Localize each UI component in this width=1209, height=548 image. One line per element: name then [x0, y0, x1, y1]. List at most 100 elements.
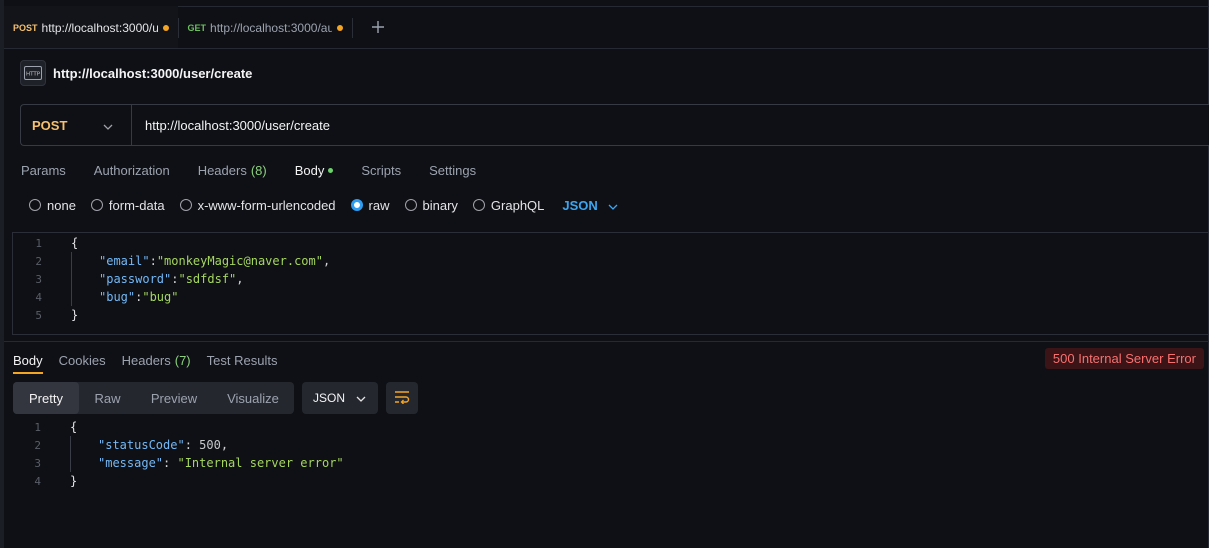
view-visualize-button[interactable]: Visualize	[212, 382, 294, 414]
format-label: JSON	[313, 391, 346, 405]
line-number: 5	[35, 308, 42, 322]
unsaved-dot-icon	[337, 24, 344, 31]
tab-url: http://localhost:3000/user/create	[41, 20, 158, 35]
json-string: "Internal server error"	[177, 456, 344, 470]
code-line: 1 {	[12, 418, 1209, 436]
chevron-down-icon	[608, 198, 618, 213]
chevron-down-icon	[356, 391, 366, 405]
tab-body[interactable]: Body	[295, 163, 334, 178]
code-content: "bug": "bug"	[71, 288, 178, 306]
radio-circle-icon	[29, 199, 41, 211]
request-body-editor[interactable]: 1 { 2 "email": "monkeyMagic@naver.com", 3…	[12, 232, 1209, 335]
code-line: 2 "email": "monkeyMagic@naver.com",	[13, 252, 1209, 270]
tab-method: GET	[187, 22, 207, 33]
wrap-lines-button[interactable]	[386, 382, 418, 414]
wrap-lines-icon	[394, 390, 410, 407]
tab-url: http://localhost:3000/auth	[210, 20, 333, 35]
line-number: 1	[34, 420, 41, 434]
tab-scripts[interactable]: Scripts	[361, 163, 401, 178]
panel-divider[interactable]	[4, 341, 1209, 342]
code-content: "email": "monkeyMagic@naver.com",	[71, 252, 330, 270]
language-select[interactable]: JSON	[562, 197, 618, 213]
response-headers-label: Headers	[121, 352, 171, 368]
open-brace: {	[71, 236, 79, 250]
response-view-switcher: Pretty Raw Preview Visualize	[13, 382, 294, 414]
code-line: 5 }	[13, 306, 1209, 324]
radio-raw[interactable]: raw	[350, 197, 390, 213]
radio-circle-icon	[179, 199, 192, 211]
json-string: "monkeyMagic@naver.com"	[156, 254, 323, 268]
json-string: "sdfdsf"	[178, 272, 237, 286]
open-brace: {	[70, 420, 78, 434]
close-brace: }	[70, 474, 78, 488]
method-label: POST	[32, 117, 68, 133]
response-tabs: Body Cookies Headers (7) Test Results	[13, 346, 293, 374]
request-title[interactable]: http://localhost:3000/user/create	[53, 66, 252, 81]
tab-get-auth[interactable]: GET http://localhost:3000/auth	[179, 7, 353, 48]
url-input[interactable]: http://localhost:3000/user/create	[132, 105, 1209, 145]
close-brace: }	[71, 308, 79, 322]
view-preview-button[interactable]: Preview	[136, 382, 212, 414]
tab-headers[interactable]: Headers (8)	[198, 163, 267, 178]
code-line: 3 "password": "sdfdsf",	[13, 270, 1209, 288]
code-content: "message": "Internal server error"	[70, 454, 344, 472]
json-number: 500	[199, 438, 221, 452]
radio-label: raw	[368, 197, 390, 213]
response-headers-count: (7)	[174, 352, 191, 368]
response-format-select[interactable]: JSON	[302, 382, 378, 414]
headers-count: (8)	[250, 162, 267, 178]
radio-label: x-www-form-urlencoded	[197, 197, 336, 213]
line-number: 4	[35, 290, 42, 304]
sidebar-edge	[0, 0, 4, 548]
request-tabs: Params Authorization Headers (8) Body Sc…	[21, 158, 504, 182]
response-body-viewer[interactable]: 1 { 2 "statusCode": 500, 3 "message": "I…	[12, 418, 1209, 490]
line-number: 3	[34, 456, 41, 470]
tab-authorization[interactable]: Authorization	[94, 163, 170, 178]
svg-text:HTTP: HTTP	[26, 72, 41, 78]
radio-selected-icon	[350, 199, 363, 211]
radio-urlencoded[interactable]: x-www-form-urlencoded	[179, 197, 336, 213]
http-file-icon: HTTP	[20, 60, 46, 86]
tab-headers-label: Headers	[197, 162, 247, 178]
code-line: 1 {	[13, 234, 1209, 252]
radio-form-data[interactable]: form-data	[90, 198, 165, 213]
radio-circle-icon	[404, 199, 417, 211]
tab-params[interactable]: Params	[21, 163, 66, 178]
radio-label: binary	[422, 197, 458, 213]
code-line: 4 }	[12, 472, 1209, 490]
line-number: 2	[35, 254, 42, 268]
radio-circle-icon	[90, 199, 103, 211]
response-tab-body[interactable]: Body	[13, 346, 43, 374]
json-key: "password"	[99, 272, 172, 286]
tab-settings[interactable]: Settings	[429, 163, 476, 178]
plus-icon[interactable]	[371, 18, 385, 38]
code-line: 3 "message": "Internal server error"	[12, 454, 1209, 472]
json-string: "bug"	[142, 290, 179, 304]
code-line: 4 "bug": "bug"	[13, 288, 1209, 306]
json-key: "bug"	[99, 290, 136, 304]
response-tab-test-results[interactable]: Test Results	[207, 346, 278, 374]
tab-body-label: Body	[294, 162, 325, 178]
view-pretty-button[interactable]: Pretty	[13, 382, 79, 414]
tab-separator	[352, 17, 354, 38]
radio-circle-icon	[472, 199, 485, 211]
body-indicator-dot-icon	[328, 167, 334, 173]
tab-post-user-create[interactable]: POST http://localhost:3000/user/create	[4, 6, 178, 48]
line-number: 4	[34, 474, 41, 488]
response-tab-headers[interactable]: Headers (7)	[122, 346, 191, 374]
json-key: "message"	[98, 456, 164, 470]
radio-none[interactable]: none	[29, 198, 76, 213]
radio-label: none	[47, 197, 76, 213]
radio-graphql[interactable]: GraphQL	[472, 197, 545, 213]
url-bar: POST http://localhost:3000/user/create	[20, 104, 1209, 146]
request-title-row: HTTP http://localhost:3000/user/create	[20, 60, 252, 86]
view-raw-button[interactable]: Raw	[79, 382, 136, 414]
radio-label: GraphQL	[490, 197, 545, 213]
json-key: "statusCode"	[98, 438, 185, 452]
language-label: JSON	[562, 197, 598, 213]
status-badge[interactable]: 500 Internal Server Error	[1044, 348, 1204, 369]
radio-binary[interactable]: binary	[404, 197, 458, 213]
method-select[interactable]: POST	[21, 105, 132, 145]
code-content: "password": "sdfdsf",	[71, 270, 244, 288]
response-tab-cookies[interactable]: Cookies	[59, 346, 106, 374]
